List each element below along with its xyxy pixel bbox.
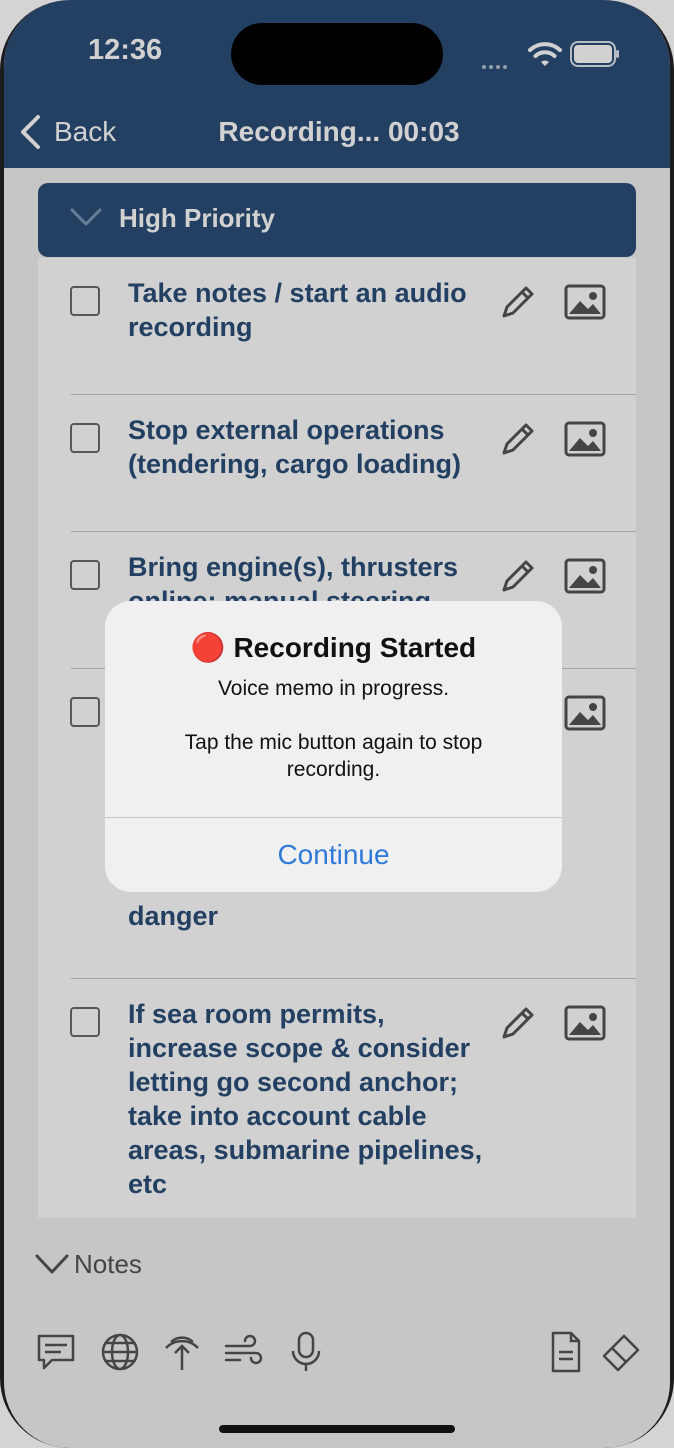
alert-message: Voice memo in progress. Tap the mic butt… [184,677,483,781]
home-indicator[interactable] [219,1425,455,1433]
continue-button[interactable]: Continue [105,818,562,892]
recording-alert: 🔴 Recording Started Voice memo in progre… [105,601,562,892]
alert-title: 🔴 Recording Started [190,632,477,663]
